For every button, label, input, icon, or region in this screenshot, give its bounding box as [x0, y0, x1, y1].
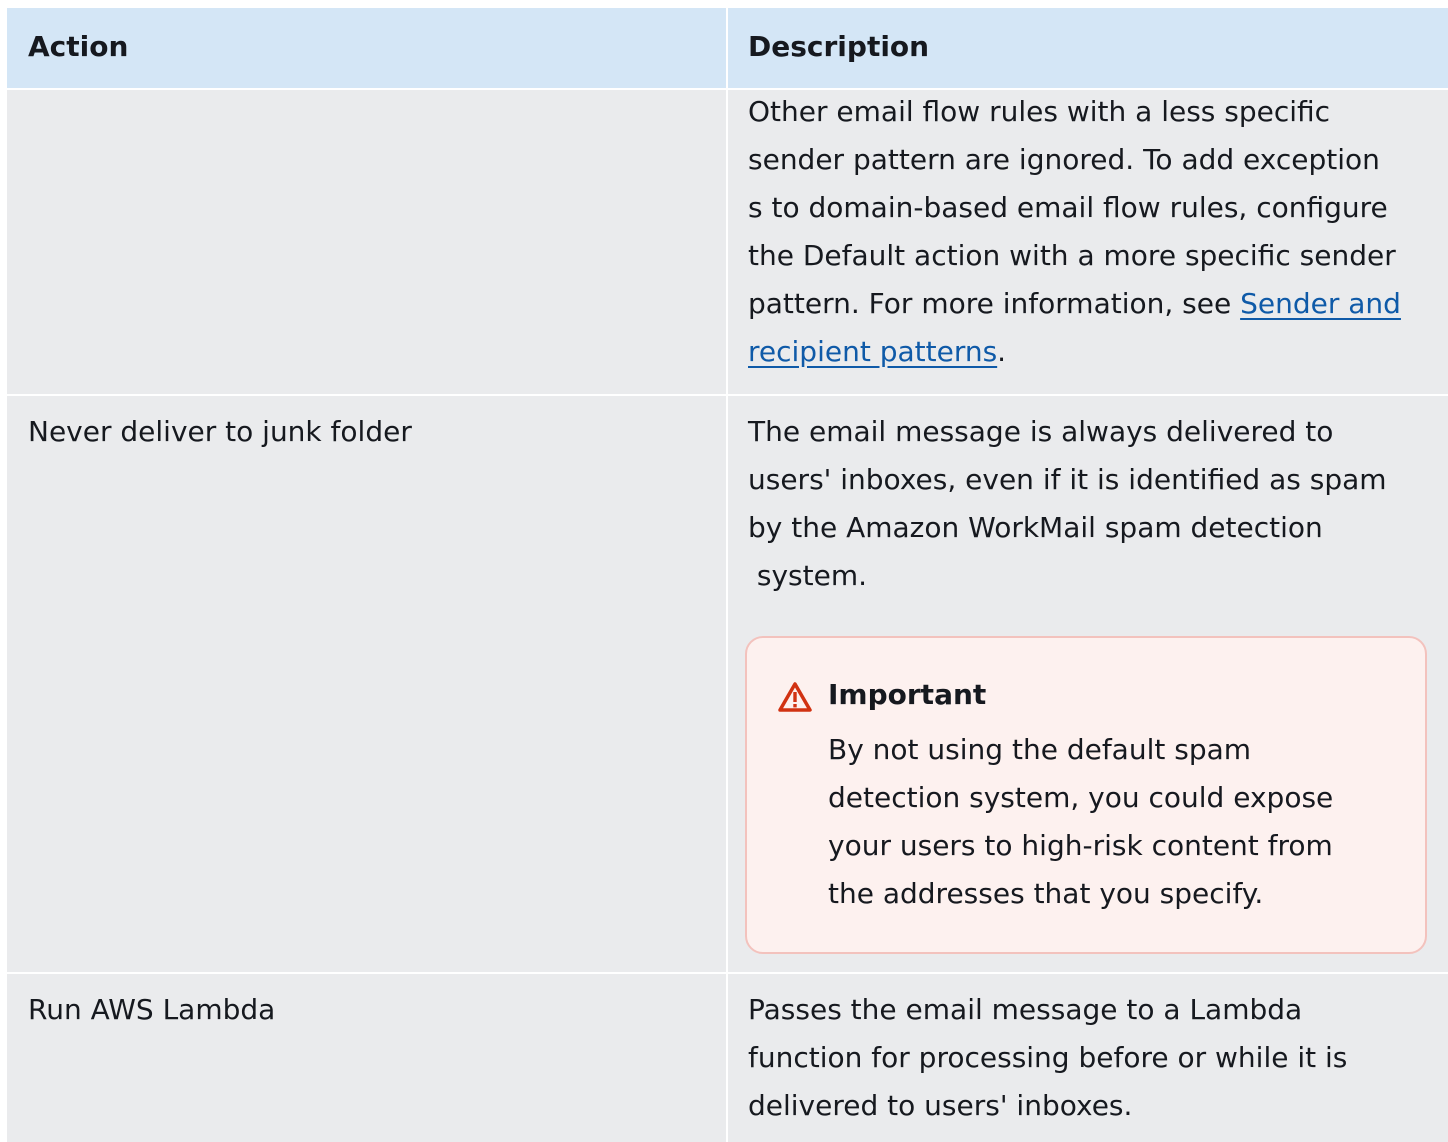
description-line: users' inboxes, even if it is identified… [748, 463, 1387, 496]
description-line: delivered to users' inboxes. [748, 1089, 1133, 1122]
description-line: by the Amazon WorkMail spam detection [748, 511, 1323, 544]
callout-title: Important [828, 678, 987, 711]
row-1-description: Other email flow rules with a less speci… [748, 88, 1401, 376]
row-2-description: The email message is always delivered to… [748, 408, 1387, 600]
description-line: s to domain-based email flow rules, conf… [748, 191, 1388, 224]
description-line: Passes the email message to a Lambda [748, 993, 1303, 1026]
callout-line: the addresses that you specify. [828, 877, 1264, 910]
description-trailing: . [997, 335, 1007, 368]
description-line: function for processing before or while … [748, 1041, 1348, 1074]
description-line: Other email flow rules with a less speci… [748, 95, 1331, 128]
row-2-action: Never deliver to junk folder [28, 415, 412, 448]
callout-body: By not using the default spam detection … [828, 726, 1333, 918]
description-line: sender pattern are ignored. To add excep… [748, 143, 1380, 176]
row-separator [7, 972, 1448, 974]
column-header-description: Description [748, 30, 930, 63]
rules-actions-table: Action Description Other email flow rule… [7, 8, 1448, 1142]
description-line: system. [748, 559, 868, 592]
callout-line: By not using the default spam [828, 733, 1252, 766]
column-header-action: Action [28, 30, 129, 63]
callout-line: detection system, you could expose [828, 781, 1334, 814]
sender-recipient-patterns-link[interactable]: Sender and [1240, 287, 1401, 320]
row-separator [7, 394, 1448, 396]
callout-line: your users to high-risk content from [828, 829, 1333, 862]
sender-recipient-patterns-link-cont[interactable]: recipient patterns [748, 335, 997, 368]
warning-icon [778, 682, 812, 712]
row-3-action: Run AWS Lambda [28, 993, 276, 1026]
description-line: the Default action with a more specific … [748, 239, 1396, 272]
row-3-description: Passes the email message to a Lambda fun… [748, 986, 1347, 1130]
description-line: The email message is always delivered to [748, 415, 1334, 448]
important-callout: Important By not using the default spam … [745, 636, 1427, 954]
description-line: pattern. For more information, see [748, 287, 1241, 320]
